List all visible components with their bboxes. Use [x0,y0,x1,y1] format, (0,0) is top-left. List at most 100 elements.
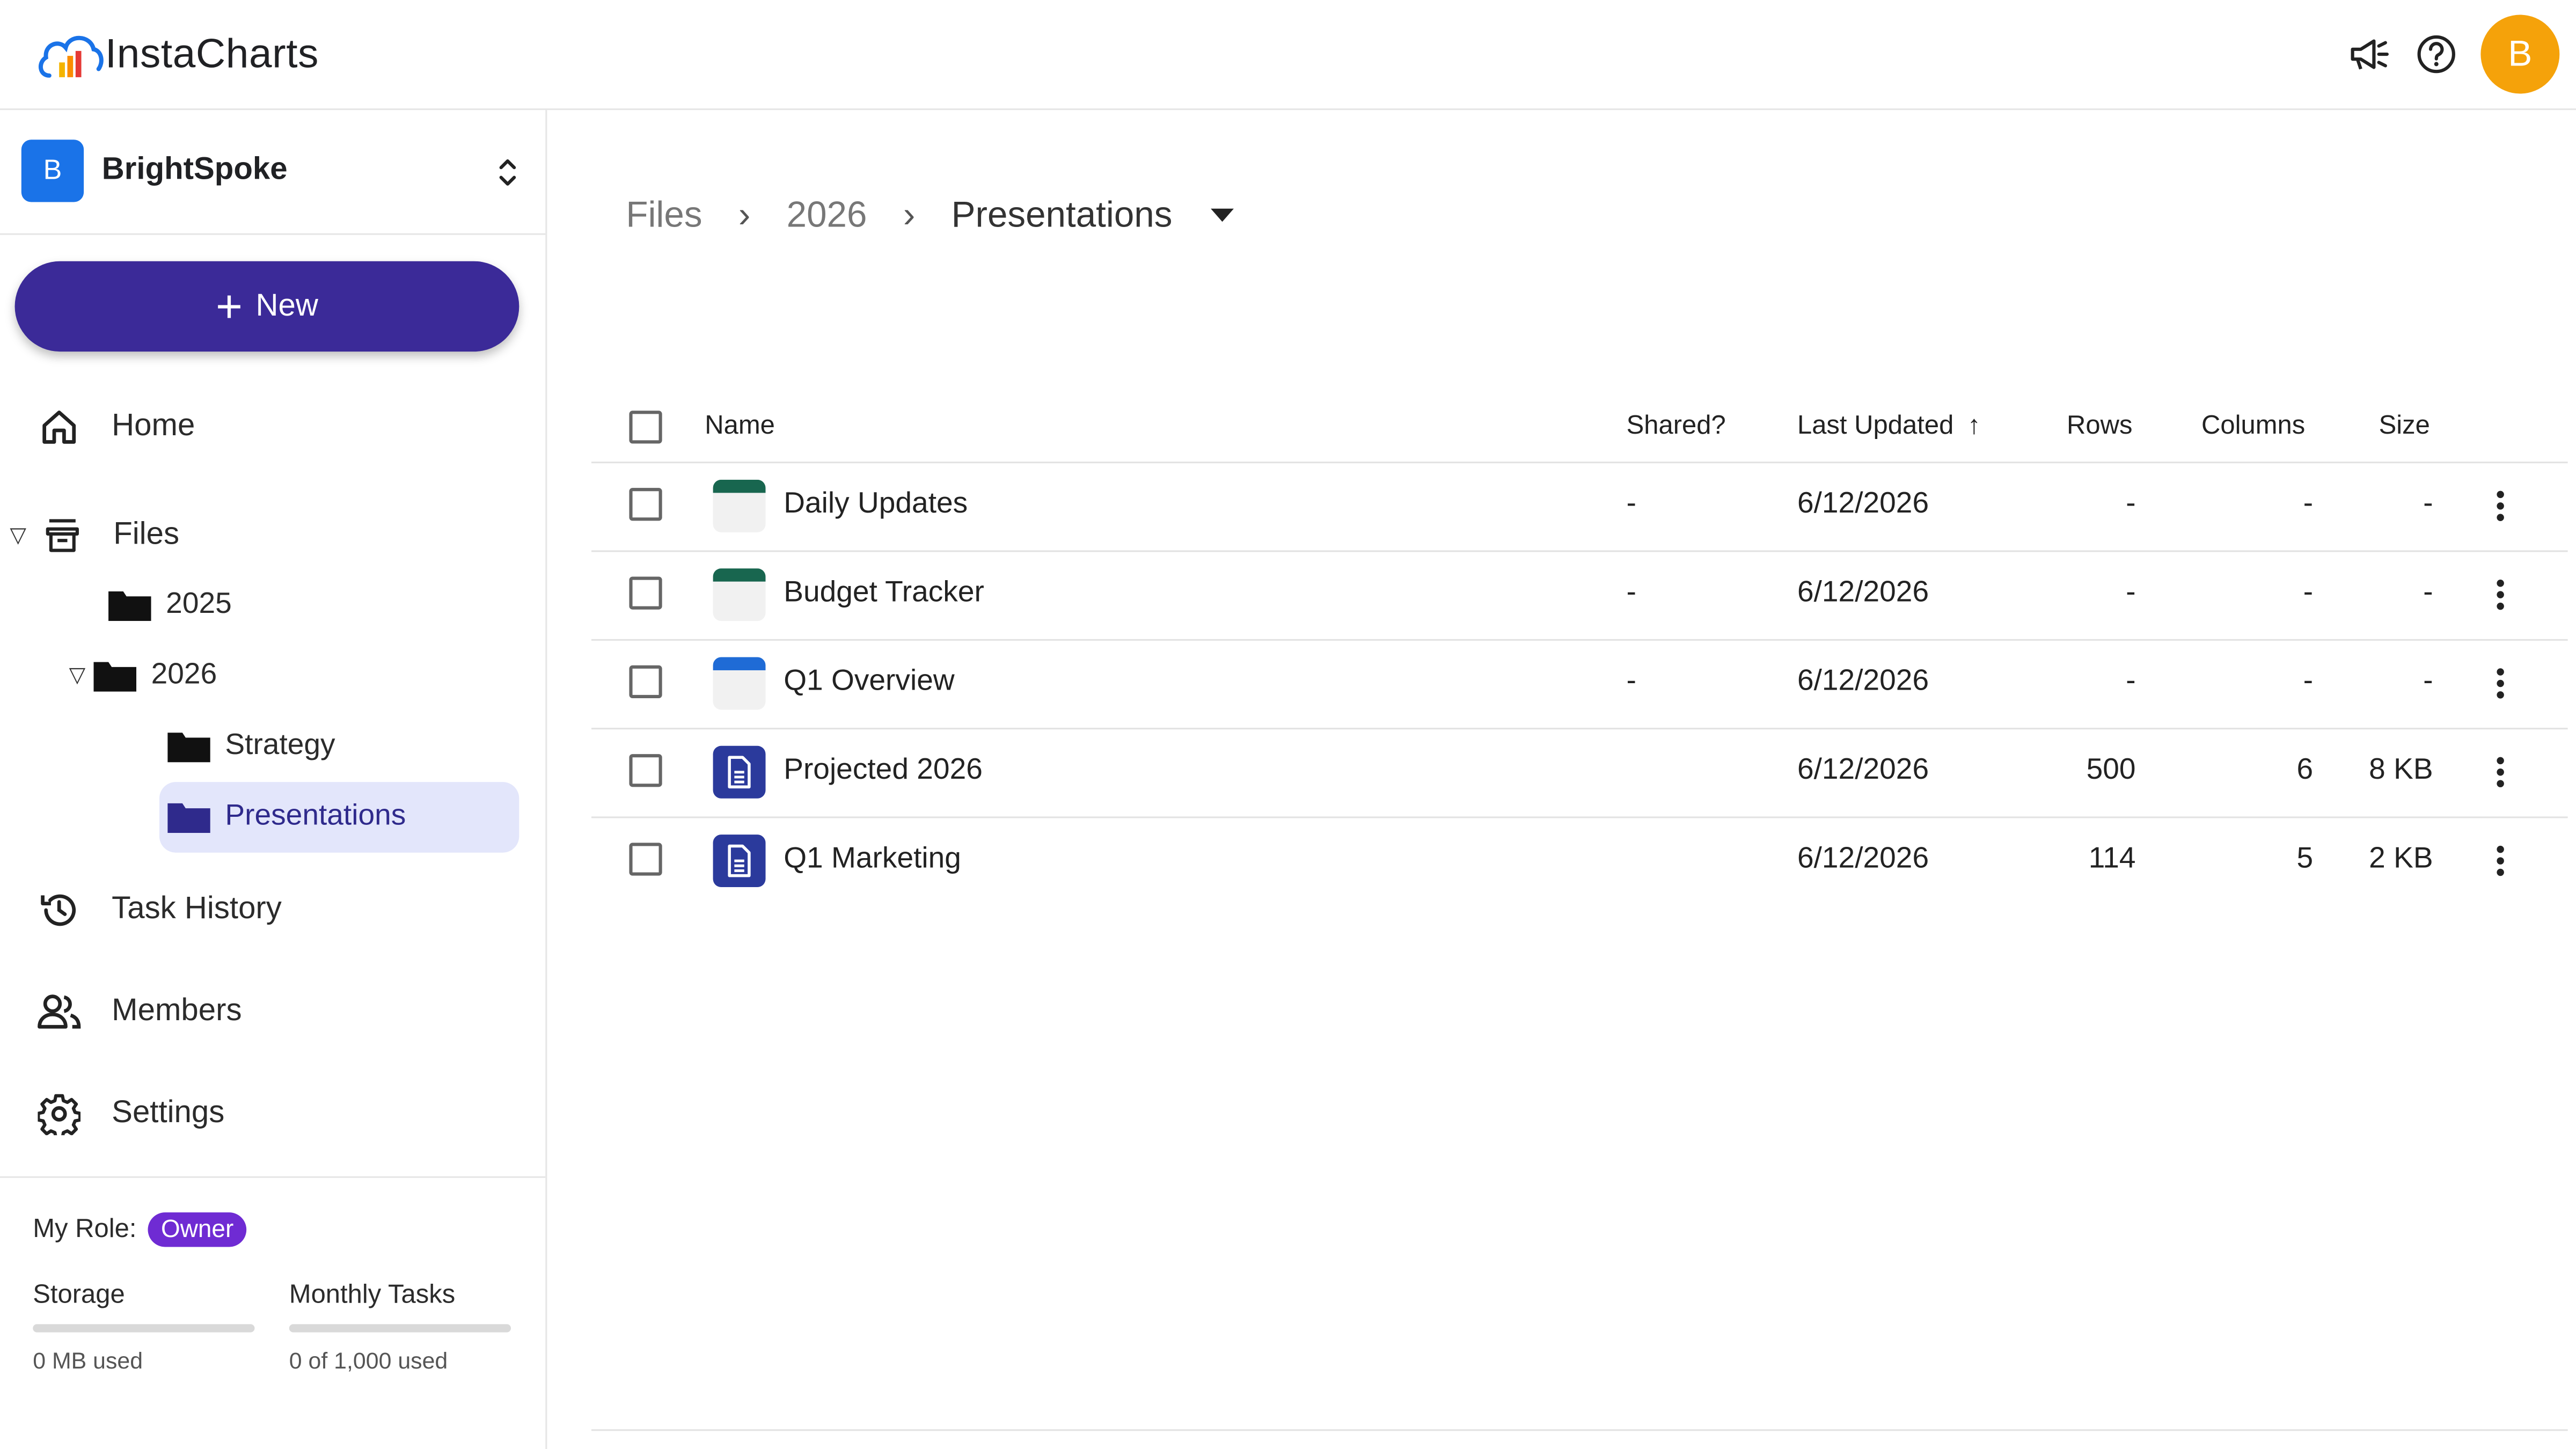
row-checkbox[interactable] [629,843,662,876]
folder-icon [167,802,210,832]
dropdown-arrow-icon[interactable] [1209,207,1235,224]
nav-home[interactable]: Home [36,404,195,450]
gear-icon [36,1091,82,1137]
folder-2025[interactable]: 2025 [108,587,232,621]
nav-settings[interactable]: Settings [36,1091,224,1137]
row-rows: - [2126,663,2136,697]
row-shared: - [1626,663,1636,697]
row-checkbox[interactable] [629,754,662,787]
sidebar: B BrightSpoke + New Home ▽ Files 2025 ▽ … [0,110,547,1449]
row-rows: - [2126,575,2136,608]
row-size: 2 KB [2369,841,2433,874]
row-checkbox[interactable] [629,576,662,610]
instacharts-logo-icon [39,35,104,78]
nav-files[interactable]: ▽ Files [10,513,179,559]
table-footer-divider [591,1429,2568,1431]
storage-progress-bar [33,1324,255,1333]
org-switcher[interactable]: B BrightSpoke [0,110,546,235]
folder-presentations[interactable]: Presentations [167,799,406,833]
sheet-green-icon [713,479,766,532]
help-icon[interactable] [2413,31,2460,77]
row-rows: 114 [2088,841,2136,874]
select-all-checkbox[interactable] [629,411,662,444]
breadcrumb-2026[interactable]: 2026 [787,194,867,237]
tasks-progress-bar [289,1324,511,1333]
folder-strategy[interactable]: Strategy [167,728,335,762]
document-icon [713,745,766,799]
archive-icon [39,513,85,559]
header-name[interactable]: Name [705,412,775,442]
row-columns: - [2303,663,2314,697]
tasks-title: Monthly Tasks [289,1281,456,1309]
row-name[interactable]: Q1 Marketing [784,841,961,875]
row-shared: - [1626,575,1636,608]
nav-task-history[interactable]: Task History [36,887,282,933]
row-name[interactable]: Projected 2026 [784,752,983,787]
sort-ascending-icon: ↑ [1967,412,1981,441]
folder-2026-label: 2026 [151,657,217,690]
header-columns[interactable]: Columns [2201,412,2305,442]
plus-icon: + [215,280,243,331]
more-vert-icon[interactable] [2480,752,2520,792]
row-checkbox[interactable] [629,665,662,699]
collapse-caret-icon[interactable]: ▽ [69,661,86,687]
storage-used: 0 MB used [33,1347,143,1374]
header-size[interactable]: Size [2379,412,2430,442]
folder-2026[interactable]: ▽ 2026 [69,657,217,691]
header-rows[interactable]: Rows [2067,412,2132,442]
header-shared[interactable]: Shared? [1627,412,1726,442]
org-badge: B [21,140,84,202]
org-name: BrightSpoke [101,152,288,187]
row-rows: 500 [2086,752,2136,786]
table-row[interactable]: Budget Tracker - 6/12/2026 - - - [591,551,2568,641]
row-name[interactable]: Q1 Overview [784,664,954,698]
top-bar: InstaCharts B [0,0,2576,111]
members-icon [36,989,82,1035]
user-avatar[interactable]: B [2480,14,2560,94]
row-size: - [2423,663,2433,697]
more-vert-icon[interactable] [2480,841,2520,880]
new-button-label: New [255,288,318,323]
table-row[interactable]: Q1 Overview - 6/12/2026 - - - [591,639,2568,730]
row-updated: 6/12/2026 [1797,752,1929,786]
folder-icon [93,661,137,691]
table-row[interactable]: Projected 2026 6/12/2026 500 6 8 KB [591,728,2568,818]
table-row[interactable]: Daily Updates - 6/12/2026 - - - [591,462,2568,552]
row-columns: 6 [2296,752,2314,786]
history-icon [36,887,82,933]
brand[interactable]: InstaCharts [36,23,319,85]
row-checkbox[interactable] [629,488,662,521]
breadcrumb-files[interactable]: Files [626,194,702,237]
table-row[interactable]: Q1 Marketing 6/12/2026 114 5 2 KB [591,816,2568,905]
announcements-icon[interactable] [2346,31,2392,77]
sheet-blue-icon [713,657,766,710]
chevron-right-icon: › [903,194,916,235]
folder-2025-label: 2025 [166,586,232,620]
breadcrumb-presentations[interactable]: Presentations [952,194,1173,237]
folder-strategy-label: Strategy [225,728,335,761]
breadcrumb: Files › 2026 › Presentations [626,194,1234,237]
row-updated: 6/12/2026 [1797,663,1929,697]
row-size: - [2423,486,2433,519]
folder-icon [167,731,210,762]
folder-icon [108,590,151,620]
row-columns: - [2303,575,2314,608]
row-shared: - [1626,486,1636,519]
more-vert-icon[interactable] [2480,664,2520,703]
unfold-icon[interactable] [493,155,522,191]
new-button[interactable]: + New [14,261,519,352]
nav-files-label: Files [113,517,180,552]
nav-members[interactable]: Members [36,989,242,1035]
nav-home-label: Home [112,409,195,444]
row-name[interactable]: Budget Tracker [784,575,984,609]
tasks-used: 0 of 1,000 used [289,1347,448,1374]
row-updated: 6/12/2026 [1797,575,1929,608]
more-vert-icon[interactable] [2480,486,2520,525]
home-icon [36,404,82,450]
more-vert-icon[interactable] [2480,575,2520,614]
row-columns: - [2303,486,2314,519]
collapse-caret-icon[interactable]: ▽ [10,522,26,548]
header-last-updated[interactable]: Last Updated ↑ [1797,412,1981,442]
row-name[interactable]: Daily Updates [784,486,968,521]
nav-task-history-label: Task History [112,892,282,927]
